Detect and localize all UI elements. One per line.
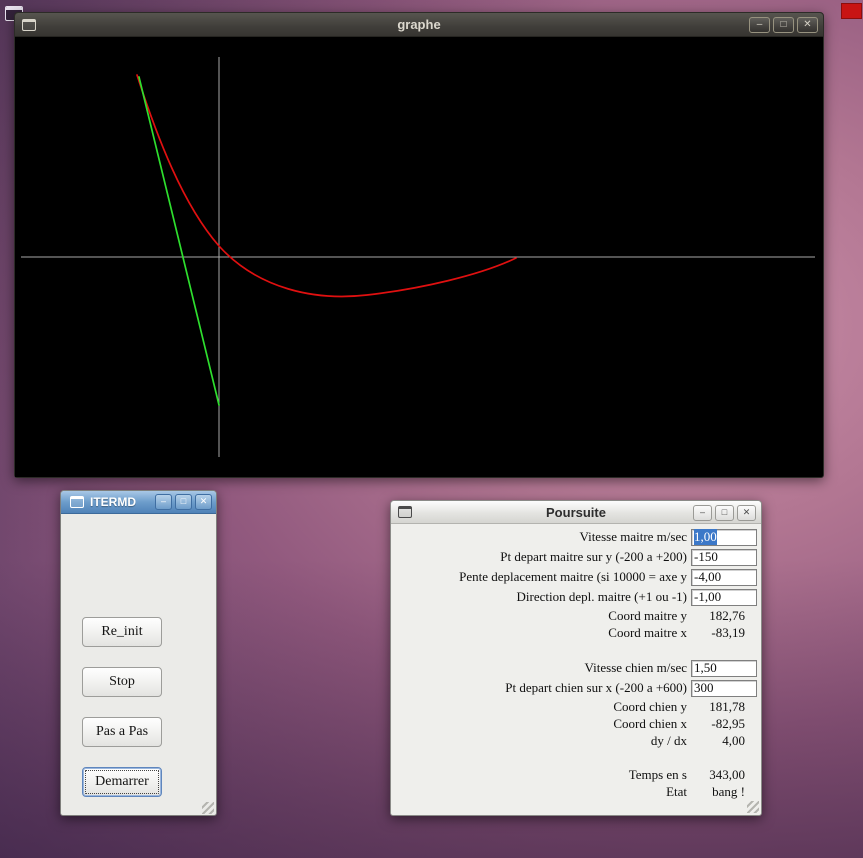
- vitesse-chien-label: Vitesse chien m/sec: [391, 660, 691, 676]
- etat-label: Etat: [391, 784, 691, 800]
- iter-body: Re_init Stop Pas a Pas Demarrer: [61, 514, 216, 816]
- resize-grip[interactable]: [747, 801, 759, 813]
- spacer: [391, 641, 761, 658]
- close-button[interactable]: ✕: [737, 505, 756, 521]
- direction-maitre-value: -1,00: [694, 589, 721, 605]
- row-pt-depart-chien: Pt depart chien sur x (-200 a +600)300: [391, 678, 761, 698]
- pt-depart-chien-label: Pt depart chien sur x (-200 a +600): [391, 680, 691, 696]
- graphe-titlebar[interactable]: graphe – □ ✕: [15, 13, 823, 37]
- re-init-button[interactable]: Re_init: [82, 617, 162, 647]
- pente-maitre-value: -4,00: [694, 569, 721, 585]
- pente-maitre-input[interactable]: -4,00: [691, 569, 757, 586]
- pt-depart-maitre-input[interactable]: -150: [691, 549, 757, 566]
- dy-dx-value: 4,00: [691, 733, 757, 749]
- row-temps: Temps en s343,00: [391, 766, 761, 783]
- row-coord-chien-y: Coord chien y181,78: [391, 698, 761, 715]
- graphe-window: graphe – □ ✕: [14, 12, 824, 478]
- window-controls: – □ ✕: [693, 505, 756, 521]
- row-pt-depart-maitre: Pt depart maitre sur y (-200 a +200)-150: [391, 547, 761, 567]
- dog-pursuit-curve: [137, 75, 516, 296]
- vitesse-chien-input[interactable]: 1,50: [691, 660, 757, 677]
- row-coord-maitre-x: Coord maitre x-83,19: [391, 624, 761, 641]
- window-icon: [22, 19, 36, 31]
- row-dy-dx: dy / dx4,00: [391, 732, 761, 749]
- coord-chien-x-value: -82,95: [691, 716, 757, 732]
- vitesse-chien-value: 1,50: [694, 660, 717, 676]
- maximize-button[interactable]: □: [715, 505, 734, 521]
- iter-titlebar[interactable]: ITERMD – □ ✕: [61, 491, 216, 514]
- graphe-title: graphe: [15, 17, 823, 32]
- iter-window: ITERMD – □ ✕ Re_init Stop Pas a Pas Demarre…: [60, 490, 217, 816]
- coord-chien-y-value: 181,78: [691, 699, 757, 715]
- spacer: [391, 749, 761, 766]
- resize-grip[interactable]: [202, 802, 214, 814]
- temps-label: Temps en s: [391, 767, 691, 783]
- etat-value: bang !: [691, 784, 757, 800]
- master-trajectory-line: [139, 77, 219, 405]
- window-controls: – □ ✕: [749, 17, 818, 33]
- parameter-form: Vitesse maitre m/sec1,00Pt depart maitre…: [391, 524, 761, 800]
- pt-depart-maitre-value: -150: [694, 549, 718, 565]
- vitesse-maitre-value: 1,00: [694, 529, 717, 545]
- coord-chien-y-label: Coord chien y: [391, 699, 691, 715]
- direction-maitre-label: Direction depl. maitre (+1 ou -1): [391, 589, 691, 605]
- pente-maitre-label: Pente deplacement maitre (si 10000 = axe…: [391, 569, 691, 585]
- minimize-button[interactable]: –: [155, 494, 172, 510]
- row-pente-maitre: Pente deplacement maitre (si 10000 = axe…: [391, 567, 761, 587]
- desktop-red-marker: [841, 3, 862, 19]
- pt-depart-maitre-label: Pt depart maitre sur y (-200 a +200): [391, 549, 691, 565]
- iter-title: ITERMD: [90, 495, 136, 509]
- coord-chien-x-label: Coord chien x: [391, 716, 691, 732]
- minimize-button[interactable]: –: [693, 505, 712, 521]
- dy-dx-label: dy / dx: [391, 733, 691, 749]
- coord-maitre-x-value: -83,19: [691, 625, 757, 641]
- window-icon: [398, 506, 412, 518]
- minimize-button[interactable]: –: [749, 17, 770, 33]
- row-etat: Etatbang !: [391, 783, 761, 800]
- maximize-button[interactable]: □: [175, 494, 192, 510]
- maximize-button[interactable]: □: [773, 17, 794, 33]
- graph-canvas: [15, 37, 821, 477]
- stop-button[interactable]: Stop: [82, 667, 162, 697]
- desktop: graphe – □ ✕ ITERMD – □ ✕ Re_init Stop Pas…: [0, 0, 863, 858]
- pas-a-pas-button[interactable]: Pas a Pas: [82, 717, 162, 747]
- row-vitesse-chien: Vitesse chien m/sec1,50: [391, 658, 761, 678]
- row-direction-maitre: Direction depl. maitre (+1 ou -1)-1,00: [391, 587, 761, 607]
- temps-value: 343,00: [691, 767, 757, 783]
- demarrer-button[interactable]: Demarrer: [82, 767, 162, 797]
- window-controls: – □ ✕: [155, 494, 212, 510]
- coord-maitre-x-label: Coord maitre x: [391, 625, 691, 641]
- graph-canvas-svg: [15, 37, 821, 477]
- row-vitesse-maitre: Vitesse maitre m/sec1,00: [391, 527, 761, 547]
- pt-depart-chien-value: 300: [694, 680, 714, 696]
- vitesse-maitre-label: Vitesse maitre m/sec: [391, 529, 691, 545]
- poursuite-titlebar[interactable]: Poursuite – □ ✕: [391, 501, 761, 524]
- direction-maitre-input[interactable]: -1,00: [691, 589, 757, 606]
- window-icon: [70, 496, 84, 508]
- control-buttons: Re_init Stop Pas a Pas Demarrer: [82, 617, 162, 797]
- pt-depart-chien-input[interactable]: 300: [691, 680, 757, 697]
- coord-maitre-y-value: 182,76: [691, 608, 757, 624]
- poursuite-window: Poursuite – □ ✕ Vitesse maitre m/sec1,00…: [390, 500, 762, 816]
- vitesse-maitre-input[interactable]: 1,00: [691, 529, 757, 546]
- close-button[interactable]: ✕: [195, 494, 212, 510]
- coord-maitre-y-label: Coord maitre y: [391, 608, 691, 624]
- row-coord-chien-x: Coord chien x-82,95: [391, 715, 761, 732]
- close-button[interactable]: ✕: [797, 17, 818, 33]
- row-coord-maitre-y: Coord maitre y182,76: [391, 607, 761, 624]
